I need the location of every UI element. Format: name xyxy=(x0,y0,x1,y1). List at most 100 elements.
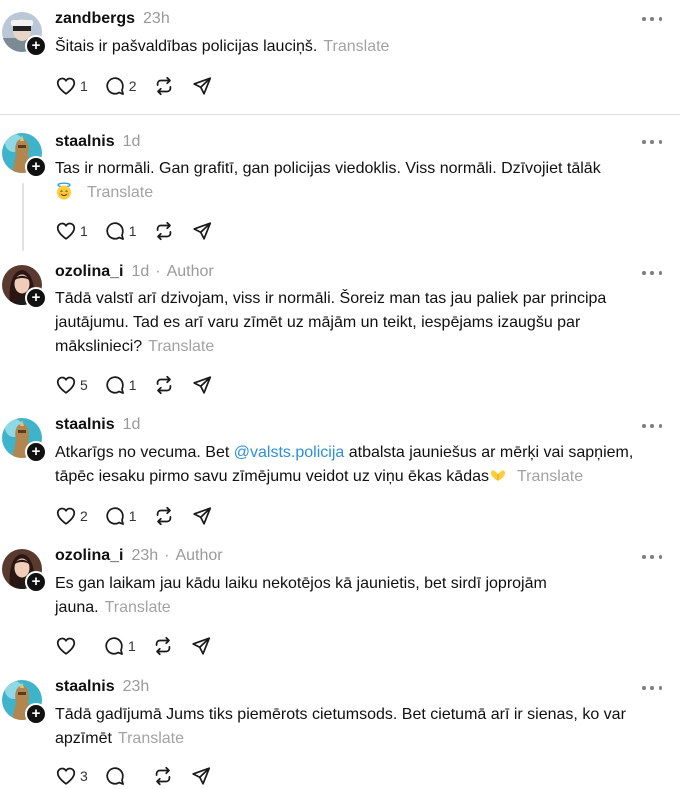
paper-plane-icon xyxy=(191,374,213,396)
author-badge: Author xyxy=(166,263,214,280)
thread-line xyxy=(22,183,24,251)
username[interactable]: staalnis xyxy=(55,678,115,695)
reply-button[interactable]: 2 xyxy=(104,75,137,97)
separator-dot: · xyxy=(164,547,170,564)
paper-plane-icon xyxy=(191,75,213,97)
timestamp[interactable]: 23h xyxy=(123,678,150,695)
more-options-icon[interactable] xyxy=(642,135,662,149)
timestamp[interactable]: 23h xyxy=(143,10,170,27)
speech-bubble-icon xyxy=(104,765,126,787)
action-bar: 1 xyxy=(55,635,228,657)
action-bar: 1 1 xyxy=(55,220,229,242)
comment-6: + staalnis 23h Tādā gadījumā Jums tiks pi… xyxy=(0,675,680,789)
translate-link[interactable]: Translate xyxy=(517,468,583,485)
like-button[interactable]: 1 xyxy=(55,220,88,242)
comment-3: + ozolina_i 1d · Author Tādā valstī arī dzi… xyxy=(0,260,680,410)
share-button[interactable] xyxy=(191,75,213,97)
translate-link[interactable]: Translate xyxy=(105,599,171,616)
share-button[interactable] xyxy=(191,505,213,527)
paper-plane-icon xyxy=(191,505,213,527)
follow-plus-icon[interactable]: + xyxy=(25,287,47,309)
like-button[interactable]: 5 xyxy=(55,374,88,396)
reply-button[interactable]: 1 xyxy=(103,635,136,657)
share-button[interactable] xyxy=(191,220,213,242)
heart-outline-icon xyxy=(55,765,77,787)
timestamp[interactable]: 1d xyxy=(123,133,141,150)
comment-4: + staalnis 1d Atkarīgs no vecuma. Bet @va… xyxy=(0,410,680,545)
reply-button[interactable]: 1 xyxy=(104,374,137,396)
speech-bubble-icon xyxy=(103,635,125,657)
repost-arrows-icon xyxy=(153,220,175,242)
like-button[interactable]: 2 xyxy=(55,505,88,527)
username[interactable]: staalnis xyxy=(55,416,115,433)
action-bar: 1 2 xyxy=(55,75,229,97)
username[interactable]: ozolina_i xyxy=(55,547,123,564)
reply-button[interactable]: 1 xyxy=(104,505,137,527)
more-options-icon[interactable] xyxy=(642,681,662,695)
timestamp[interactable]: 1d xyxy=(123,416,141,433)
comment-header: zandbergs 23h xyxy=(55,10,170,32)
username[interactable]: staalnis xyxy=(55,133,115,150)
timestamp[interactable]: 23h xyxy=(131,547,158,564)
reply-button[interactable]: 1 xyxy=(104,220,137,242)
comment-text: Tādā gadījumā Jums tiks piemērots cietum… xyxy=(55,703,650,751)
reply-count: 1 xyxy=(128,223,137,239)
repost-button[interactable] xyxy=(152,635,174,657)
like-button[interactable]: 1 xyxy=(55,75,88,97)
share-button[interactable] xyxy=(190,765,212,787)
action-bar: 2 1 xyxy=(55,505,229,527)
share-button[interactable] xyxy=(191,374,213,396)
reply-count: 1 xyxy=(128,508,137,524)
follow-plus-icon[interactable]: + xyxy=(25,35,47,57)
heart-outline-icon xyxy=(55,220,77,242)
action-bar: 5 1 xyxy=(55,374,229,396)
repost-arrows-icon xyxy=(152,765,174,787)
translate-link[interactable]: Translate xyxy=(118,730,184,747)
follow-plus-icon[interactable]: + xyxy=(25,441,47,463)
more-options-icon[interactable] xyxy=(642,550,662,564)
repost-arrows-icon xyxy=(153,374,175,396)
username[interactable]: zandbergs xyxy=(55,10,135,27)
reply-count: 1 xyxy=(128,638,136,654)
reply-count: 2 xyxy=(128,78,137,94)
speech-bubble-icon xyxy=(104,75,126,97)
comment-text: Tas ir normāli. Gan grafitī, gan policij… xyxy=(55,157,665,205)
more-options-icon[interactable] xyxy=(642,266,662,280)
follow-plus-icon[interactable]: + xyxy=(25,156,47,178)
like-button[interactable]: 3 xyxy=(55,765,88,787)
comment-5: + ozolina_i 23h · Author Es gan laikam jau … xyxy=(0,545,680,675)
heart-outline-icon xyxy=(55,505,77,527)
repost-button[interactable] xyxy=(153,220,175,242)
separator-dot: · xyxy=(155,263,161,280)
repost-button[interactable] xyxy=(153,505,175,527)
speech-bubble-icon xyxy=(104,220,126,242)
comment-header: ozolina_i 23h · Author xyxy=(55,547,223,569)
repost-button[interactable] xyxy=(153,374,175,396)
repost-arrows-icon xyxy=(153,505,175,527)
like-count: 3 xyxy=(80,768,88,784)
more-options-icon[interactable] xyxy=(642,419,662,433)
repost-button[interactable] xyxy=(153,75,175,97)
heart-outline-icon xyxy=(55,374,77,396)
mention-link[interactable]: @valsts.policija xyxy=(234,444,345,461)
reply-count: 1 xyxy=(128,377,137,393)
translate-link[interactable]: Translate xyxy=(148,338,214,355)
more-options-icon[interactable] xyxy=(642,12,662,26)
follow-plus-icon[interactable]: + xyxy=(25,571,47,593)
translate-link[interactable]: Translate xyxy=(87,184,153,201)
share-button[interactable] xyxy=(190,635,212,657)
heart-outline-icon xyxy=(55,75,77,97)
comment-header: staalnis 23h xyxy=(55,678,149,700)
repost-arrows-icon xyxy=(153,75,175,97)
repost-button[interactable] xyxy=(152,765,174,787)
comment-text: Tādā valstī arī dzivojam, viss ir normāl… xyxy=(55,287,655,359)
speech-bubble-icon xyxy=(104,505,126,527)
like-button[interactable] xyxy=(55,635,87,657)
translate-link[interactable]: Translate xyxy=(323,38,389,55)
reply-button[interactable] xyxy=(104,765,136,787)
comment-body: Tas ir normāli. Gan grafitī, gan policij… xyxy=(55,160,601,177)
comment-text: Atkarīgs no vecuma. Bet @valsts.policija… xyxy=(55,441,655,489)
username[interactable]: ozolina_i xyxy=(55,263,123,280)
follow-plus-icon[interactable]: + xyxy=(25,703,47,725)
timestamp[interactable]: 1d xyxy=(131,263,149,280)
